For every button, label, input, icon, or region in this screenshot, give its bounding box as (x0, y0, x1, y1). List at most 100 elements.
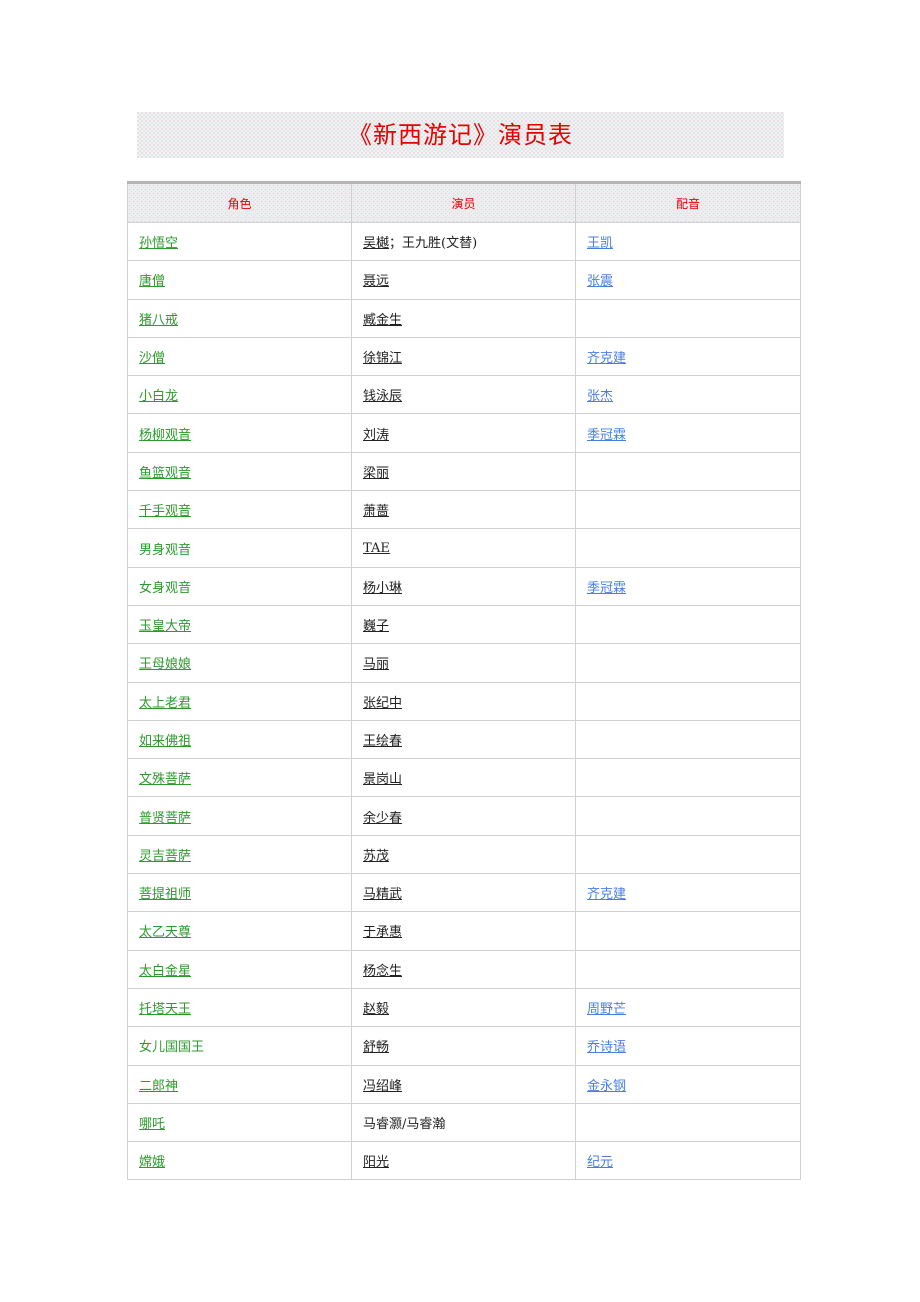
table-row: 普贤菩萨 余少春 (127, 796, 801, 836)
title-band: 《新西游记》演员表 (137, 112, 784, 158)
voice-cell (575, 604, 801, 645)
actor-link[interactable]: 钱泳辰 (363, 389, 402, 404)
role-cell: 菩提祖师 (127, 873, 352, 913)
table-row: 哪吒 马睿灏/马睿瀚 (127, 1102, 801, 1143)
role-link[interactable]: 孙悟空 (139, 236, 178, 251)
voice-cell: 齐克建 (575, 336, 801, 377)
actor-link[interactable]: 余少春 (363, 811, 402, 826)
role-link[interactable]: 文殊菩萨 (139, 772, 191, 787)
actor-cell: 马精武 (351, 873, 576, 913)
role-link[interactable]: 普贤菩萨 (139, 811, 191, 826)
actor-cell: 舒畅 (351, 1026, 576, 1066)
voice-cell (575, 490, 801, 530)
voice-actor-link[interactable]: 张杰 (587, 389, 613, 404)
role-text: 女儿国国王 (139, 1040, 205, 1056)
role-link[interactable]: 小白龙 (139, 389, 178, 404)
voice-actor-link[interactable]: 纪元 (587, 1155, 613, 1170)
role-link[interactable]: 唐僧 (139, 274, 165, 289)
role-link[interactable]: 灵吉菩萨 (139, 849, 191, 864)
actor-link[interactable]: 冯绍峰 (363, 1079, 402, 1094)
role-link[interactable]: 杨柳观音 (139, 428, 191, 443)
role-link[interactable]: 二郎神 (139, 1079, 178, 1094)
role-cell: 孙悟空 (127, 221, 352, 262)
actor-cell: 张纪中 (351, 681, 576, 721)
role-link[interactable]: 王母娘娘 (139, 657, 191, 672)
role-link[interactable]: 玉皇大帝 (139, 619, 191, 634)
table-row: 灵吉菩萨 苏茂 (127, 834, 801, 875)
actor-cell: 杨小琳 (351, 566, 576, 606)
role-link[interactable]: 哪吒 (139, 1117, 165, 1132)
voice-cell (575, 528, 801, 568)
actor-link[interactable]: 杨念生 (363, 964, 402, 979)
actor-link[interactable]: 马丽 (363, 657, 389, 672)
table-header-row: 角色 演员 配音 (127, 182, 801, 223)
voice-actor-link[interactable]: 乔诗语 (587, 1040, 626, 1055)
voice-actor-link[interactable]: 周野芒 (587, 1002, 626, 1017)
actor-link[interactable]: 马精武 (363, 887, 402, 902)
actor-link[interactable]: 王绘春 (363, 734, 402, 749)
role-cell: 男身观音 (127, 528, 352, 568)
role-link[interactable]: 菩提祖师 (139, 887, 191, 902)
actor-link[interactable]: 萧蔷 (363, 504, 389, 519)
table-row: 小白龙 钱泳辰 张杰 (127, 375, 801, 415)
actor-cell: TAE (351, 528, 576, 568)
actor-text: 马睿灏/马睿瀚 (363, 1116, 446, 1132)
role-text: 男身观音 (139, 542, 192, 558)
role-link[interactable]: 千手观音 (139, 504, 191, 519)
table-row: 菩提祖师 马精武 齐克建 (127, 873, 801, 913)
table-row: 杨柳观音 刘涛 季冠霖 (127, 413, 801, 453)
table-row: 太上老君 张纪中 (127, 681, 801, 721)
actor-link[interactable]: 景岗山 (363, 772, 402, 787)
actor-cell: 刘涛 (351, 413, 576, 453)
actor-link[interactable]: 于承惠 (363, 925, 402, 940)
actor-link[interactable]: 聂远 (363, 274, 389, 289)
table-row: 如来佛祖 王绘春 (127, 719, 801, 760)
voice-actor-link[interactable]: 季冠霖 (587, 428, 626, 443)
role-link[interactable]: 嫦娥 (139, 1155, 165, 1170)
role-cell: 唐僧 (127, 260, 352, 300)
voice-cell: 乔诗语 (575, 1026, 801, 1066)
actor-link[interactable]: TAE (363, 541, 390, 556)
role-link[interactable]: 鱼篮观音 (139, 466, 191, 481)
role-link[interactable]: 太上老君 (139, 696, 191, 711)
voice-actor-link[interactable]: 齐克建 (587, 351, 626, 366)
actor-link[interactable]: 徐锦江 (363, 351, 402, 366)
actor-link[interactable]: 杨小琳 (363, 581, 402, 596)
role-link[interactable]: 太白金星 (139, 964, 191, 979)
actor-link[interactable]: 臧金生 (363, 313, 402, 328)
actor-link[interactable]: 梁丽 (363, 466, 389, 481)
actor-cell: 赵毅 (351, 987, 576, 1028)
actor-link[interactable]: 张纪中 (363, 696, 402, 711)
actor-link[interactable]: 舒畅 (363, 1040, 389, 1055)
table-row: 太白金星 杨念生 (127, 949, 801, 989)
actor-link[interactable]: 吴樾 (363, 236, 389, 251)
role-link[interactable]: 沙僧 (139, 351, 165, 366)
page-title: 《新西游记》演员表 (348, 121, 573, 149)
actor-link[interactable]: 赵毅 (363, 1002, 389, 1017)
voice-actor-link[interactable]: 金永钢 (587, 1079, 626, 1094)
voice-cell: 齐克建 (575, 873, 801, 913)
actor-cell: 余少春 (351, 796, 576, 836)
actor-cell: 聂远 (351, 260, 576, 300)
table-row: 孙悟空 吴樾；王九胜(文替) 王凯 (127, 221, 801, 262)
role-link[interactable]: 托塔天王 (139, 1002, 191, 1017)
voice-cell: 周野芒 (575, 987, 801, 1028)
table-row: 嫦娥 阳光 纪元 (127, 1141, 801, 1181)
role-link[interactable]: 太乙天尊 (139, 925, 191, 940)
voice-actor-link[interactable]: 张震 (587, 274, 613, 289)
role-cell: 王母娘娘 (127, 643, 352, 683)
actor-link[interactable]: 刘涛 (363, 428, 389, 443)
voice-actor-link[interactable]: 齐克建 (587, 887, 626, 902)
role-cell: 杨柳观音 (127, 413, 352, 453)
voice-actor-link[interactable]: 王凯 (587, 236, 613, 251)
actor-cell: 巍子 (351, 604, 576, 645)
role-link[interactable]: 猪八戒 (139, 313, 178, 328)
voice-cell: 季冠霖 (575, 566, 801, 606)
actor-link[interactable]: 阳光 (363, 1155, 389, 1170)
actor-link[interactable]: 苏茂 (363, 849, 389, 864)
actor-link[interactable]: 巍子 (363, 619, 389, 634)
voice-cell (575, 796, 801, 836)
role-link[interactable]: 如来佛祖 (139, 734, 191, 749)
voice-actor-link[interactable]: 季冠霖 (587, 581, 626, 596)
role-text: 女身观音 (139, 580, 192, 596)
